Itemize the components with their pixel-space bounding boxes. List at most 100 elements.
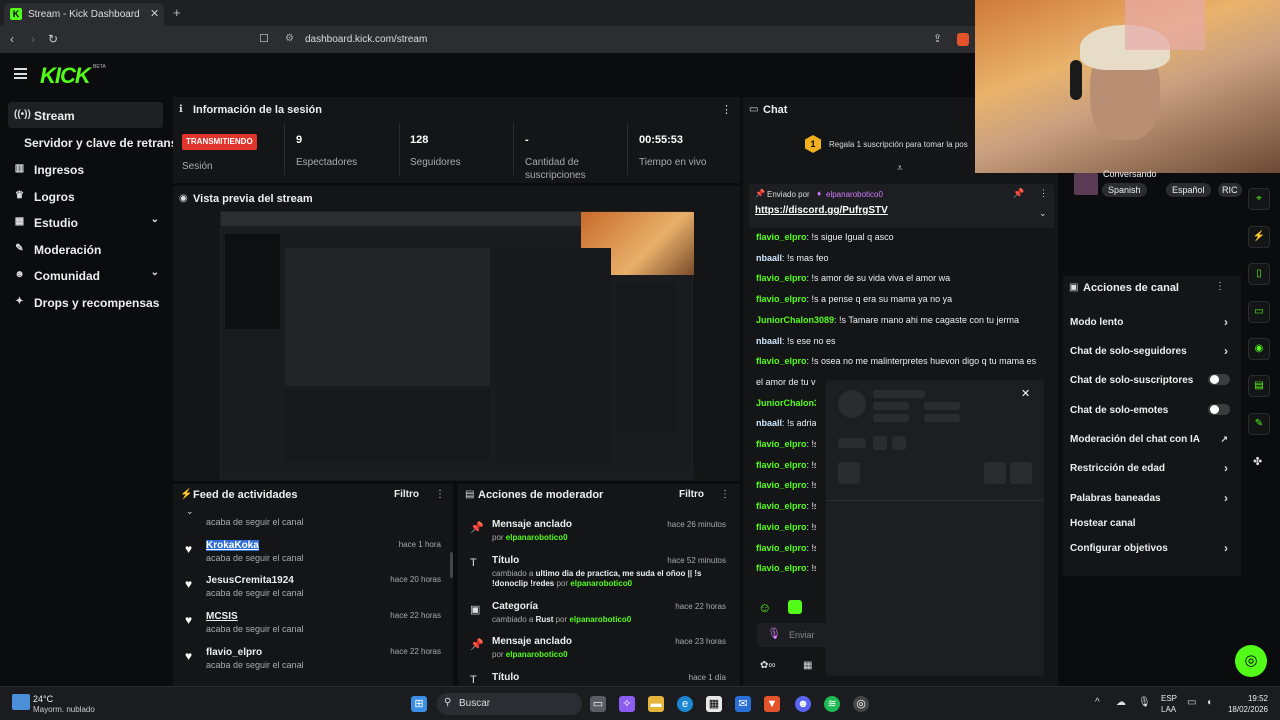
edge-icon[interactable]: e: [677, 696, 693, 712]
tag-chip[interactable]: Español: [1166, 183, 1211, 197]
followers-only-row[interactable]: Chat de solo-seguidores ›: [1070, 344, 1230, 358]
sidebar-item-comunidad[interactable]: ☻ Comunidad ⌄: [8, 262, 163, 288]
spotify-icon[interactable]: ≋: [824, 696, 840, 712]
back-icon[interactable]: ‹: [10, 32, 14, 46]
chat-message[interactable]: flavio_elpro: !s: [756, 459, 816, 471]
chat-message[interactable]: flavio_elpro: !s: [756, 438, 816, 450]
site-info-icon[interactable]: ⚙: [285, 33, 294, 44]
feed-item[interactable]: ♥ JesusCremita1924 acaba de seguir el ca…: [173, 572, 453, 608]
chat-username[interactable]: flavio_elpro: [756, 273, 807, 283]
volume-icon[interactable]: ◖: [1206, 697, 1212, 708]
store-icon[interactable]: ▦: [706, 696, 722, 712]
kick-emote-icon[interactable]: [788, 600, 802, 614]
chat-username[interactable]: flavio_elpro: [756, 356, 807, 366]
chat-username[interactable]: flavio_elpro: [756, 460, 807, 470]
chat-username[interactable]: flavio_elpro: [756, 501, 807, 511]
feed-item[interactable]: ♥ MCSIS acaba de seguir el canal hace 22…: [173, 608, 453, 644]
chat-username[interactable]: flavio_elpro: [756, 563, 807, 573]
unpin-icon[interactable]: 📌: [1013, 188, 1024, 199]
chat-username[interactable]: flavio_elpro: [756, 480, 807, 490]
collapse-icon[interactable]: ⩡: [897, 163, 903, 174]
copilot-icon[interactable]: ✧: [619, 696, 635, 712]
ai-moderation-row[interactable]: Moderación del chat con IA ↗: [1070, 434, 1230, 445]
windows-start-icon[interactable]: ⊞: [411, 696, 427, 712]
settings-icon[interactable]: ✿∞: [760, 660, 776, 671]
more-icon[interactable]: ⋮: [720, 489, 730, 500]
chat-message[interactable]: flavio_elpro: !s: [756, 479, 816, 491]
feed-item-name[interactable]: KrokaKoka: [206, 540, 259, 551]
mod-filter-button[interactable]: Filtro: [679, 489, 704, 500]
obs-icon[interactable]: ◎: [853, 696, 869, 712]
chat-message[interactable]: JuniorChalon3:: [756, 397, 816, 409]
sidebar-item-server-key[interactable]: Servidor y clave de retransmisión: [8, 129, 173, 155]
banned-words-row[interactable]: Palabras baneadas ›: [1070, 491, 1230, 505]
chat-input[interactable]: 🎙 Enviar: [757, 623, 827, 647]
pinned-link[interactable]: https://discord.gg/PufrgSTV: [755, 205, 888, 216]
mod-user[interactable]: elpanarobotico0: [569, 615, 631, 624]
more-icon[interactable]: ⋮: [435, 489, 445, 500]
brave-icon[interactable]: ▼: [764, 696, 780, 712]
feed-filter-button[interactable]: Filtro: [394, 489, 419, 500]
chat-message[interactable]: nbaall: !s ese no es: [756, 335, 1046, 347]
chat-username[interactable]: JuniorChalon3: [756, 398, 816, 408]
brave-shield-icon[interactable]: [957, 33, 969, 46]
tag-chip[interactable]: Spanish: [1102, 183, 1147, 197]
stream-preview-video[interactable]: [220, 211, 694, 480]
feed-item-name[interactable]: MCSIS: [206, 611, 238, 622]
chat-message[interactable]: flavio_elpro: !s: [756, 542, 816, 554]
file-explorer-icon[interactable]: ▬: [648, 696, 664, 712]
reload-icon[interactable]: ↻: [48, 32, 58, 46]
input-lang-layout[interactable]: LAA: [1161, 705, 1176, 714]
more-icon[interactable]: ⋮: [1215, 281, 1225, 292]
close-icon[interactable]: ✕: [1021, 387, 1030, 400]
feed-item-name[interactable]: JesusCremita1924: [206, 575, 294, 586]
lightning-icon[interactable]: ⚡: [1248, 226, 1270, 248]
host-channel-row[interactable]: Hostear canal: [1070, 518, 1230, 529]
sidebar-item-moderacion[interactable]: ✎ Moderación: [8, 236, 163, 262]
menu-icon[interactable]: [14, 68, 27, 79]
clock-date[interactable]: 18/02/2026: [1220, 705, 1268, 714]
chat-message[interactable]: flavio_elpro: !s: [756, 500, 816, 512]
weather-icon[interactable]: [12, 694, 30, 710]
sidebar-item-stream[interactable]: ((•)) Stream: [8, 102, 163, 128]
mail-icon[interactable]: ✉: [735, 696, 751, 712]
mod-user[interactable]: elpanarobotico0: [506, 650, 568, 659]
chat-message[interactable]: flavio_elpro: !s osea no me malinterpret…: [756, 355, 1046, 367]
address-bar[interactable]: ⚙ dashboard.kick.com/stream: [278, 29, 958, 50]
sidebar-item-estudio[interactable]: ▦ Estudio ⌄: [8, 209, 163, 235]
pinned-message[interactable]: 📌 Enviado por ♦ elpanarobotico0 📌 ⋮ http…: [749, 184, 1054, 228]
chat-message[interactable]: flavio_elpro: !s sigue Igual q asco: [756, 231, 1046, 243]
target-icon[interactable]: ⌖: [1248, 188, 1270, 210]
chat-username[interactable]: nbaall: [756, 418, 782, 428]
help-icon[interactable]: ◎: [1235, 645, 1267, 677]
task-view-icon[interactable]: ▭: [590, 696, 606, 712]
chevron-down-icon[interactable]: ⌄: [186, 506, 194, 517]
feed-item[interactable]: ♥ KrokaKoka acaba de seguir el canal hac…: [173, 537, 453, 573]
chat-username[interactable]: flavio_elpro: [756, 439, 807, 449]
age-restriction-row[interactable]: Restricción de edad ›: [1070, 461, 1230, 475]
chat-username[interactable]: flavio_elpro: [756, 232, 807, 242]
chat-message[interactable]: flavio_elpro: !s a pense q era su mama y…: [756, 293, 1046, 305]
sidebar-item-ingresos[interactable]: ▥ Ingresos: [8, 156, 163, 182]
chat-message[interactable]: flavio_elpro: !s: [756, 521, 816, 533]
broadcast-icon[interactable]: ◉: [1248, 338, 1270, 360]
feed-scrollbar[interactable]: [450, 552, 453, 578]
kick-logo[interactable]: KICK: [40, 63, 91, 89]
discord-icon[interactable]: ☻: [795, 696, 811, 712]
slow-mode-row[interactable]: Modo lento ›: [1070, 315, 1230, 329]
chat-username[interactable]: nbaall: [756, 253, 782, 263]
gift-sub-promo[interactable]: Regala 1 suscripción para tomar la pos: [829, 140, 968, 149]
sidebar-item-logros[interactable]: ♛ Logros: [8, 183, 163, 209]
mod-user[interactable]: elpanarobotico0: [570, 579, 632, 588]
chevron-down-icon[interactable]: ⌄: [1039, 208, 1047, 219]
mic-icon[interactable]: 🎙: [1138, 697, 1151, 708]
chat-message[interactable]: nbaall: !s adria: [756, 417, 816, 429]
cloud-icon[interactable]: ☁: [1116, 697, 1126, 708]
mod-user[interactable]: elpanarobotico0: [506, 533, 568, 542]
close-icon[interactable]: ✕: [150, 7, 159, 20]
share-icon[interactable]: ⇪: [933, 32, 942, 45]
feed-item[interactable]: ♥ flavio_elpro acaba de seguir el canal …: [173, 644, 453, 680]
more-icon[interactable]: ⋮: [721, 103, 732, 116]
wrench-icon[interactable]: ✎: [1248, 413, 1270, 435]
chat-icon[interactable]: ▭: [1248, 301, 1270, 323]
